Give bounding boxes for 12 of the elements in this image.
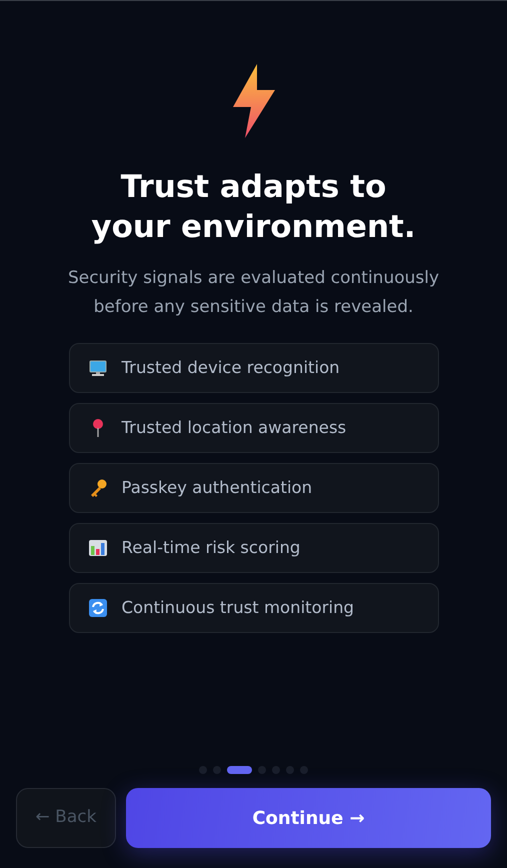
feature-label: Real-time risk scoring (122, 536, 300, 559)
feature-label: Trusted location awareness (122, 416, 346, 439)
headline: Trust adapts to your environment. (90, 168, 417, 248)
feature-label: Trusted device recognition (122, 356, 340, 379)
bar-chart-icon (88, 538, 108, 558)
feature-label: Continuous trust monitoring (122, 596, 354, 619)
continue-button[interactable]: Continue → (126, 788, 491, 848)
feature-label: Passkey authentication (122, 476, 312, 499)
refresh-icon (88, 598, 108, 618)
subtitle: Security signals are evaluated continuously before any sensitive data is revealed. (66, 266, 440, 320)
lightning-bolt-icon (230, 63, 276, 139)
monitor-icon (88, 358, 108, 378)
